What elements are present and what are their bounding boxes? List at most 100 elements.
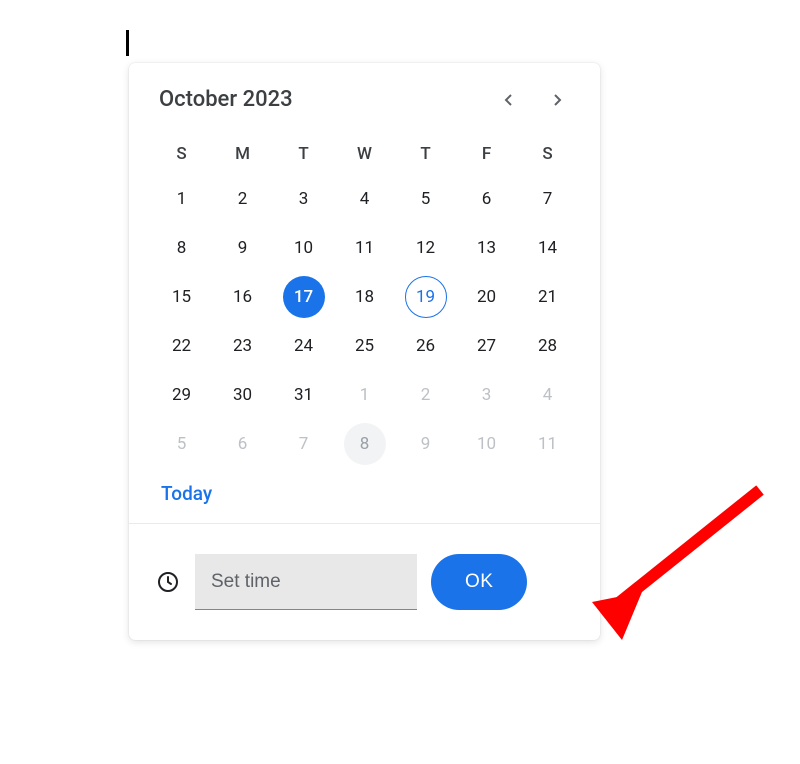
day-number[interactable]: 23 <box>222 325 264 367</box>
day-number[interactable]: 20 <box>466 276 508 318</box>
day-cell[interactable]: 22 <box>151 321 212 370</box>
day-cell[interactable]: 5 <box>395 174 456 223</box>
day-number[interactable]: 30 <box>222 374 264 416</box>
day-cell[interactable]: 17 <box>273 272 334 321</box>
day-number[interactable]: 25 <box>344 325 386 367</box>
day-number[interactable]: 18 <box>344 276 386 318</box>
next-month-button[interactable] <box>546 88 570 112</box>
day-cell[interactable]: 23 <box>212 321 273 370</box>
days-grid: 1234567891011121314151617181920212223242… <box>129 174 600 476</box>
day-cell[interactable]: 24 <box>273 321 334 370</box>
day-number[interactable]: 8 <box>344 423 386 465</box>
day-cell[interactable]: 11 <box>517 419 578 468</box>
ok-button[interactable]: OK <box>431 554 527 610</box>
day-cell[interactable]: 3 <box>456 370 517 419</box>
day-cell[interactable]: 26 <box>395 321 456 370</box>
day-number[interactable]: 3 <box>283 178 325 220</box>
day-number[interactable]: 4 <box>527 374 569 416</box>
day-number[interactable]: 7 <box>527 178 569 220</box>
day-cell[interactable]: 1 <box>151 174 212 223</box>
day-number[interactable]: 13 <box>466 227 508 269</box>
date-picker-popup: October 2023 SMTWTFS 1234567891011121314… <box>129 63 600 640</box>
day-cell[interactable]: 10 <box>456 419 517 468</box>
day-number[interactable]: 26 <box>405 325 447 367</box>
day-cell[interactable]: 2 <box>395 370 456 419</box>
day-cell[interactable]: 31 <box>273 370 334 419</box>
day-cell[interactable]: 8 <box>151 223 212 272</box>
chevron-left-icon <box>502 94 514 106</box>
day-cell[interactable]: 27 <box>456 321 517 370</box>
day-number[interactable]: 1 <box>161 178 203 220</box>
day-number[interactable]: 12 <box>405 227 447 269</box>
day-cell[interactable]: 4 <box>517 370 578 419</box>
day-number[interactable]: 10 <box>283 227 325 269</box>
day-cell[interactable]: 14 <box>517 223 578 272</box>
weekday-label: W <box>334 134 395 174</box>
day-number[interactable]: 6 <box>222 423 264 465</box>
day-number[interactable]: 2 <box>405 374 447 416</box>
day-cell[interactable]: 2 <box>212 174 273 223</box>
day-number[interactable]: 24 <box>283 325 325 367</box>
day-cell[interactable]: 18 <box>334 272 395 321</box>
day-cell[interactable]: 25 <box>334 321 395 370</box>
day-number[interactable]: 3 <box>466 374 508 416</box>
day-number[interactable]: 29 <box>161 374 203 416</box>
day-cell[interactable]: 13 <box>456 223 517 272</box>
day-cell[interactable]: 12 <box>395 223 456 272</box>
day-number[interactable]: 8 <box>161 227 203 269</box>
day-cell[interactable]: 30 <box>212 370 273 419</box>
day-number[interactable]: 7 <box>283 423 325 465</box>
today-link[interactable]: Today <box>161 482 212 505</box>
time-input[interactable] <box>195 554 417 610</box>
day-cell[interactable]: 16 <box>212 272 273 321</box>
day-cell[interactable]: 10 <box>273 223 334 272</box>
day-cell[interactable]: 9 <box>395 419 456 468</box>
weekday-label: S <box>517 134 578 174</box>
day-cell[interactable]: 1 <box>334 370 395 419</box>
day-number[interactable]: 17 <box>283 276 325 318</box>
day-number[interactable]: 22 <box>161 325 203 367</box>
day-cell[interactable]: 15 <box>151 272 212 321</box>
day-number[interactable]: 2 <box>222 178 264 220</box>
day-cell[interactable]: 29 <box>151 370 212 419</box>
weekday-label: M <box>212 134 273 174</box>
day-number[interactable]: 21 <box>527 276 569 318</box>
day-number[interactable]: 19 <box>405 276 447 318</box>
day-cell[interactable]: 5 <box>151 419 212 468</box>
day-number[interactable]: 11 <box>527 423 569 465</box>
day-cell[interactable]: 7 <box>273 419 334 468</box>
day-cell[interactable]: 8 <box>334 419 395 468</box>
day-number[interactable]: 1 <box>344 374 386 416</box>
day-number[interactable]: 16 <box>222 276 264 318</box>
day-cell[interactable]: 9 <box>212 223 273 272</box>
day-cell[interactable]: 20 <box>456 272 517 321</box>
day-cell[interactable]: 21 <box>517 272 578 321</box>
day-cell[interactable]: 11 <box>334 223 395 272</box>
day-cell[interactable]: 6 <box>456 174 517 223</box>
day-number[interactable]: 5 <box>405 178 447 220</box>
day-cell[interactable]: 6 <box>212 419 273 468</box>
day-number[interactable]: 28 <box>527 325 569 367</box>
footer: OK <box>129 523 600 640</box>
day-number[interactable]: 31 <box>283 374 325 416</box>
day-number[interactable]: 15 <box>161 276 203 318</box>
day-cell[interactable]: 7 <box>517 174 578 223</box>
day-cell[interactable]: 28 <box>517 321 578 370</box>
day-number[interactable]: 6 <box>466 178 508 220</box>
weekday-label: T <box>273 134 334 174</box>
day-cell[interactable]: 4 <box>334 174 395 223</box>
day-cell[interactable]: 3 <box>273 174 334 223</box>
day-number[interactable]: 27 <box>466 325 508 367</box>
day-cell[interactable]: 19 <box>395 272 456 321</box>
day-number[interactable]: 4 <box>344 178 386 220</box>
day-number[interactable]: 11 <box>344 227 386 269</box>
text-cursor <box>126 30 129 56</box>
day-number[interactable]: 14 <box>527 227 569 269</box>
day-number[interactable]: 9 <box>405 423 447 465</box>
day-number[interactable]: 5 <box>161 423 203 465</box>
day-number[interactable]: 9 <box>222 227 264 269</box>
day-number[interactable]: 10 <box>466 423 508 465</box>
nav-arrows <box>496 88 570 112</box>
prev-month-button[interactable] <box>496 88 520 112</box>
weekday-row: SMTWTFS <box>129 126 600 174</box>
